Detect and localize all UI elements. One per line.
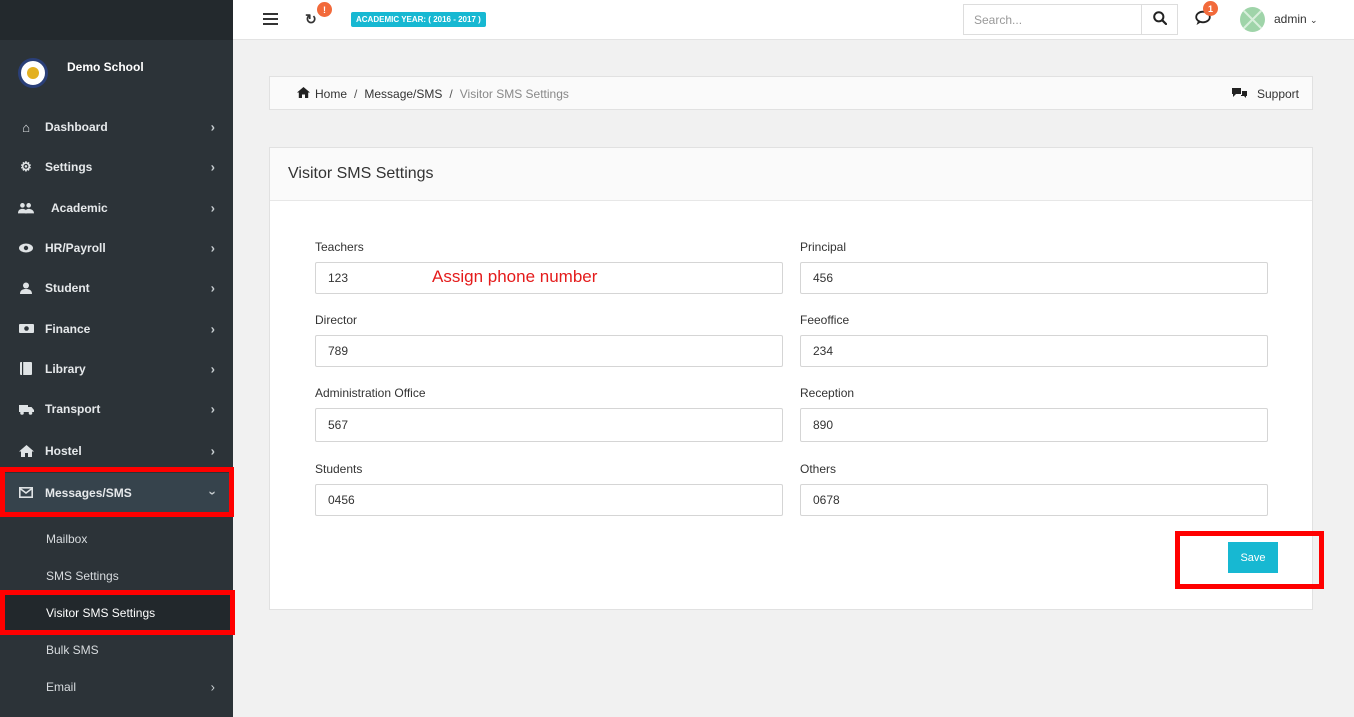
card-title: Visitor SMS Settings [270, 148, 1312, 201]
field-label: Reception [800, 386, 855, 400]
sidebar-subitem-sms-settings[interactable]: SMS Settings [0, 557, 233, 594]
field-label: Principal [800, 240, 847, 254]
support-link[interactable]: Support [1231, 87, 1299, 101]
administration-office-field: Administration Office [315, 386, 783, 442]
visitor-sms-settings-card: Visitor SMS Settings Teachers Principal … [269, 147, 1313, 610]
username: admin [1274, 12, 1307, 26]
users-icon [18, 201, 34, 215]
chevron-right-icon: › [210, 361, 215, 377]
sidebar-subitem-mailbox[interactable]: Mailbox [0, 520, 233, 557]
search-icon [1152, 11, 1167, 28]
director-input[interactable] [315, 335, 783, 367]
chat-icon [1195, 10, 1213, 29]
breadcrumb-current: Visitor SMS Settings [459, 87, 569, 101]
search-button[interactable] [1142, 4, 1178, 35]
principal-field: Principal [800, 240, 1268, 294]
feeoffice-input[interactable] [800, 335, 1268, 367]
others-field: Others [800, 462, 1268, 516]
sidebar-item-student[interactable]: Student › [0, 268, 233, 308]
sidebar-item-dashboard[interactable]: ⌂ Dashboard › [0, 107, 233, 147]
highlight-messages-sms [0, 467, 234, 517]
menu-toggle-icon[interactable] [263, 13, 278, 25]
sidebar-item-transport[interactable]: Transport › [0, 389, 233, 429]
truck-icon [18, 402, 34, 416]
field-label: Feeoffice [800, 313, 850, 327]
sidebar-item-label: Finance [45, 321, 91, 336]
user-menu[interactable]: admin ⌄ [1274, 12, 1318, 26]
sidebar-item-library[interactable]: Library › [0, 349, 233, 389]
chevron-right-icon: › [210, 240, 215, 256]
field-label: Students [315, 462, 363, 476]
director-field: Director [315, 313, 783, 367]
feeoffice-field: Feeoffice [800, 313, 1268, 367]
chat-button[interactable]: 1 [1195, 1, 1218, 29]
sidebar-subitem-email[interactable]: Email › [0, 668, 233, 705]
sync-icon[interactable]: ↻ ! [305, 2, 332, 28]
highlight-visitor-sms-settings [0, 590, 235, 635]
sidebar-item-label: Hostel [45, 444, 82, 459]
search-input[interactable] [963, 4, 1142, 35]
school-logo [18, 58, 48, 88]
chevron-right-icon: › [210, 679, 215, 694]
sidebar-item-label: Academic [51, 200, 108, 215]
chevron-right-icon: › [210, 280, 215, 296]
academic-year-badge[interactable]: ACADEMIC YEAR: ( 2016 - 2017 ) [351, 12, 486, 27]
breadcrumb-trail: Home / Message/SMS / Visitor SMS Setting… [297, 87, 569, 101]
breadcrumb-home[interactable]: Home [315, 87, 347, 101]
user-icon [18, 281, 34, 295]
principal-input[interactable] [800, 262, 1268, 294]
chevron-right-icon: › [210, 159, 215, 175]
sidebar-item-finance[interactable]: Finance › [0, 308, 233, 348]
sync-badge: ! [317, 2, 332, 17]
support-label: Support [1256, 87, 1299, 101]
reception-input[interactable] [800, 408, 1268, 442]
sidebar-item-label: Library [45, 361, 86, 376]
sidebar-item-settings[interactable]: ⚙ Settings › [0, 147, 233, 187]
students-input[interactable] [315, 484, 783, 516]
home-icon: ⌂ [22, 119, 30, 135]
top-bar: ↻ ! ACADEMIC YEAR: ( 2016 - 2017 ) 1 adm… [233, 0, 1354, 40]
chat-badge: 1 [1203, 1, 1218, 16]
students-field: Students [315, 462, 783, 516]
school-name: Demo School [67, 60, 144, 74]
chevron-right-icon: › [210, 321, 215, 337]
sidebar-item-label: Dashboard [45, 120, 108, 135]
annotation-note: Assign phone number [432, 267, 598, 286]
chevron-right-icon: › [210, 119, 215, 135]
brand: Demo School [18, 58, 144, 88]
sidebar-item-label: Student [45, 281, 90, 296]
sidebar-item-hr-payroll[interactable]: HR/Payroll › [0, 228, 233, 268]
chevron-right-icon: › [210, 200, 215, 216]
reception-field: Reception [800, 386, 1268, 442]
home-icon [297, 87, 310, 101]
field-label: Teachers [315, 240, 364, 254]
sidebar-item-academic[interactable]: Academic › [0, 188, 233, 228]
support-icon [1231, 87, 1247, 101]
sidebar-item-label: HR/Payroll [45, 241, 106, 256]
others-input[interactable] [800, 484, 1268, 516]
sidebar-subitem-label: Email [46, 679, 77, 694]
administration-office-input[interactable] [315, 408, 783, 442]
highlight-save-button [1175, 531, 1324, 589]
sidebar-item-label: Transport [45, 402, 101, 417]
sidebar-top-bar [0, 0, 233, 40]
field-label: Director [315, 313, 358, 327]
chevron-down-icon: ⌄ [1310, 15, 1318, 25]
field-label: Others [800, 462, 837, 476]
chevron-right-icon: › [210, 443, 215, 459]
sidebar-menu: ⌂ Dashboard › ⚙ Settings › Academic › HR… [0, 107, 233, 513]
avatar[interactable] [1240, 7, 1265, 32]
sidebar-subitem-bulk-sms[interactable]: Bulk SMS [0, 631, 233, 668]
money-icon [18, 322, 34, 336]
field-label: Administration Office [315, 386, 426, 400]
breadcrumb: Home / Message/SMS / Visitor SMS Setting… [269, 76, 1313, 110]
eye-icon [18, 241, 34, 255]
gears-icon: ⚙ [20, 159, 32, 175]
book-icon [18, 362, 34, 376]
chevron-right-icon: › [210, 401, 215, 417]
sidebar-item-label: Settings [45, 160, 93, 175]
house-icon [18, 444, 34, 458]
breadcrumb-section[interactable]: Message/SMS [364, 87, 442, 101]
